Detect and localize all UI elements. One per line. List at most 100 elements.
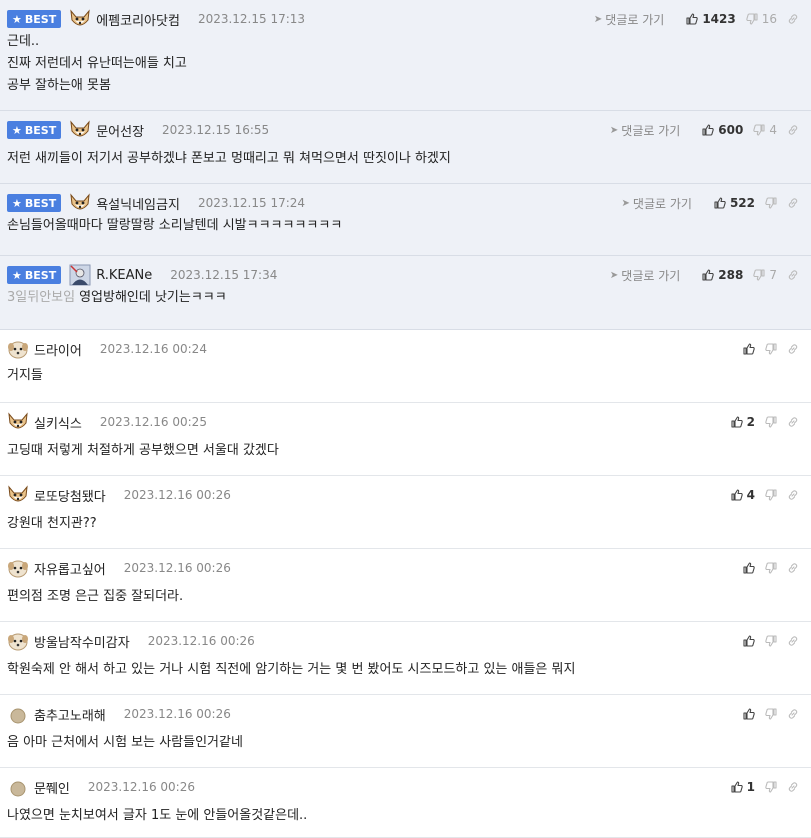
best-badge: ★ BEST	[7, 121, 62, 139]
copy-link-button[interactable]	[787, 13, 799, 25]
comment-list: ★ BEST 에펨코리아닷컴 2023.12.15 17:13 ➤ 댓글로 가기 1423 1…	[0, 0, 811, 838]
comment-date: 2023.12.15 17:13	[197, 12, 306, 26]
comment-date: 2023.12.16 00:26	[87, 780, 195, 794]
copy-link-button[interactable]	[787, 562, 799, 574]
author-nickname[interactable]: 욕설닉네임금지	[96, 194, 180, 213]
copy-link-button[interactable]	[787, 269, 799, 281]
thumbs-down-icon	[765, 635, 777, 647]
upvote-button[interactable]: 4	[731, 488, 755, 502]
comment-header: 로또당첨됐다 2023.12.16 00:26	[7, 484, 231, 506]
downvote-button[interactable]	[765, 416, 777, 428]
author-nickname[interactable]: 자유롭고싶어	[34, 559, 106, 578]
downvote-button[interactable]: 4	[753, 123, 777, 137]
downvote-button[interactable]	[765, 635, 777, 647]
upvote-button[interactable]	[743, 708, 755, 720]
go-to-reply-link[interactable]: ➤ 댓글로 가기	[622, 195, 692, 212]
downvote-button[interactable]	[765, 562, 777, 574]
downvote-button[interactable]	[765, 781, 777, 793]
comment-date: 2023.12.15 16:55	[162, 123, 270, 137]
comment-body: 영업방해인데 낫기는ㅋㅋㅋ	[79, 290, 227, 305]
egg-avatar-icon	[7, 703, 29, 725]
comment-prefix: 3일뒤안보임	[7, 290, 76, 305]
comment-date: 2023.12.15 17:24	[197, 196, 306, 210]
downvote-button[interactable]	[765, 708, 777, 720]
go-to-reply-link[interactable]: ➤ 댓글로 가기	[610, 267, 680, 284]
comment-text: 나였으면 눈치보여서 글자 1도 눈에 안들어올것같은데..	[7, 805, 307, 827]
copy-link-button[interactable]	[787, 124, 799, 136]
fox-avatar-icon	[69, 8, 91, 30]
photo-avatar-icon	[69, 264, 91, 286]
puppy-avatar-icon	[7, 630, 29, 652]
comment-body: 편의점 조명 은근 집중 잘되더라.	[7, 589, 184, 604]
thumbs-down-icon	[765, 489, 777, 501]
upvote-button[interactable]	[743, 635, 755, 647]
comment-item: 방울남작수미감자 2023.12.16 00:26 학원숙제 안 해서 하고 있는 …	[0, 622, 811, 695]
upvote-button[interactable]	[743, 343, 755, 355]
copy-link-button[interactable]	[787, 489, 799, 501]
comment-item: 실키식스 2023.12.16 00:25 2 고딩때 저렇게 처절하게 공부했으면 …	[0, 403, 811, 476]
comment-actions	[733, 703, 799, 725]
thumbs-up-icon	[731, 416, 743, 428]
copy-link-button[interactable]	[787, 635, 799, 647]
puppy-avatar-icon	[7, 557, 29, 579]
link-icon	[787, 343, 799, 355]
comment-body: 강원대 천지관??	[7, 516, 97, 531]
thumbs-down-icon	[765, 562, 777, 574]
upvote-button[interactable]: 288	[702, 268, 743, 282]
thumbs-up-icon	[743, 562, 755, 574]
author-nickname[interactable]: 춤추고노래해	[34, 705, 106, 724]
copy-link-button[interactable]	[787, 416, 799, 428]
downvote-button[interactable]	[765, 343, 777, 355]
upvote-button[interactable]: 1	[731, 780, 755, 794]
comment-actions	[733, 630, 799, 652]
best-comment: ★ BEST 에펨코리아닷컴 2023.12.15 17:13 ➤ 댓글로 가기 1423 1…	[0, 0, 811, 111]
comment-body: 근데.. 진짜 저런데서 유난떠는애들 치고 공부 잘하는애 못봄	[7, 34, 187, 93]
comment-text: 학원숙제 안 해서 하고 있는 거나 시험 직전에 암기하는 거는 몇 번 봤어…	[7, 659, 575, 681]
downvote-button[interactable]: 16	[746, 12, 777, 26]
comment-header: 문쮀인 2023.12.16 00:26	[7, 776, 195, 798]
downvote-button[interactable]: 7	[753, 268, 777, 282]
go-to-reply-link[interactable]: ➤ 댓글로 가기	[610, 122, 680, 139]
upvote-button[interactable]	[743, 562, 755, 574]
link-icon	[787, 13, 799, 25]
author-nickname[interactable]: 문어선장	[96, 121, 144, 140]
upvote-count: 522	[729, 196, 755, 210]
author-nickname[interactable]: 방울남작수미감자	[34, 632, 130, 651]
comment-date: 2023.12.16 00:24	[99, 342, 207, 356]
copy-link-button[interactable]	[787, 708, 799, 720]
best-badge: ★ BEST	[7, 266, 62, 284]
send-arrow-icon: ➤	[621, 197, 630, 209]
comment-header: 춤추고노래해 2023.12.16 00:26	[7, 703, 231, 725]
comment-date: 2023.12.15 17:34	[170, 268, 278, 282]
link-icon	[787, 562, 799, 574]
author-nickname[interactable]: 드라이어	[34, 340, 82, 359]
author-nickname[interactable]: R.KEANe	[96, 268, 152, 283]
thumbs-down-icon	[765, 197, 777, 209]
upvote-button[interactable]: 2	[731, 415, 755, 429]
comment-item: 자유롭고싶어 2023.12.16 00:26 편의점 조명 은근 집중 잘되더라.	[0, 549, 811, 622]
author-nickname[interactable]: 실키식스	[34, 413, 82, 432]
thumbs-up-icon	[731, 489, 743, 501]
go-to-reply-label: 댓글로 가기	[621, 123, 681, 138]
fox-avatar-icon	[7, 484, 29, 506]
author-nickname[interactable]: 로또당첨됐다	[34, 486, 106, 505]
copy-link-button[interactable]	[787, 343, 799, 355]
upvote-button[interactable]: 522	[714, 196, 755, 210]
comment-body: 저런 새끼들이 저기서 공부하겠냐 폰보고 멍때리고 뭐 쳐먹으면서 딴짓이나 …	[7, 151, 451, 166]
author-nickname[interactable]: 문쮀인	[34, 778, 70, 797]
downvote-button[interactable]	[765, 489, 777, 501]
upvote-button[interactable]: 1423	[686, 12, 736, 26]
link-icon	[787, 708, 799, 720]
author-nickname[interactable]: 에펨코리아닷컴	[96, 10, 180, 29]
thumbs-down-icon	[746, 13, 758, 25]
upvote-count: 2	[746, 415, 755, 429]
go-to-reply-link[interactable]: ➤ 댓글로 가기	[594, 11, 664, 28]
upvote-button[interactable]: 600	[702, 123, 743, 137]
downvote-button[interactable]	[765, 197, 777, 209]
copy-link-button[interactable]	[787, 197, 799, 209]
link-icon	[787, 635, 799, 647]
copy-link-button[interactable]	[787, 781, 799, 793]
fox-avatar-icon	[69, 192, 91, 214]
thumbs-up-icon	[731, 781, 743, 793]
thumbs-up-icon	[702, 269, 715, 281]
